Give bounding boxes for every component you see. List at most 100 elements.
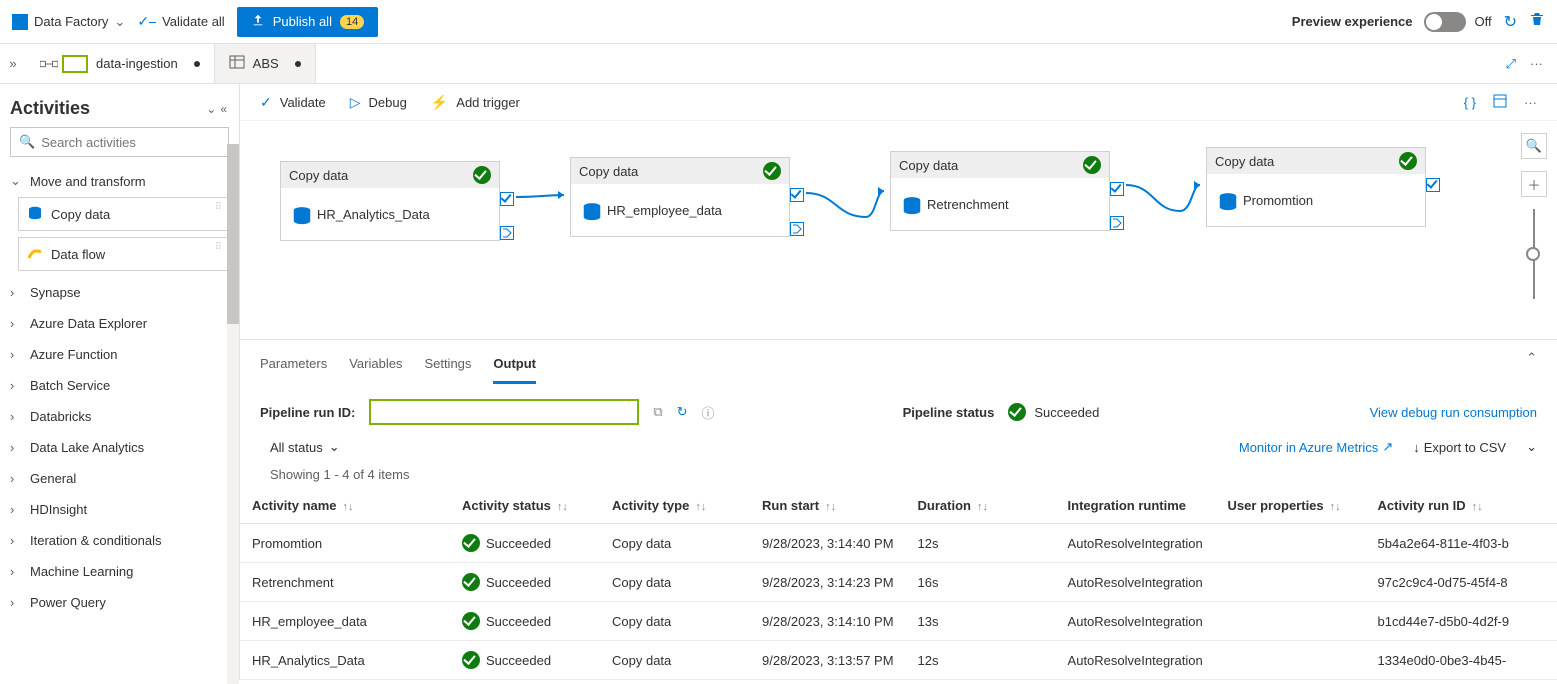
col-run-start[interactable]: Run start↑↓ (750, 488, 906, 524)
hide-sidebar-button[interactable]: « (220, 102, 227, 116)
col-user-props[interactable]: User properties↑↓ (1216, 488, 1366, 524)
node-name: HR_Analytics_Data (317, 207, 430, 222)
view-consumption-link[interactable]: View debug run consumption (1370, 405, 1537, 420)
col-activity-name[interactable]: Activity name↑↓ (240, 488, 450, 524)
more-icon[interactable]: ··· (1530, 56, 1543, 71)
category-machine-learning[interactable]: ›Machine Learning (0, 556, 239, 587)
activity-data-flow[interactable]: Data flow ⠿ (18, 237, 229, 271)
completion-port[interactable] (1110, 216, 1124, 230)
category-batch-service[interactable]: ›Batch Service (0, 370, 239, 401)
monitor-azure-metrics-link[interactable]: Monitor in Azure Metrics↗ (1239, 439, 1393, 455)
node-hr-analytics-data[interactable]: Copy data HR_Analytics_Data (280, 161, 500, 241)
zoom-thumb[interactable] (1526, 247, 1540, 261)
success-port[interactable] (790, 188, 804, 202)
preview-toggle[interactable]: Off (1424, 12, 1491, 32)
refresh-icon[interactable]: ↻ (1504, 12, 1517, 32)
col-activity-status[interactable]: Activity status↑↓ (450, 488, 600, 524)
delete-icon[interactable] (1529, 11, 1545, 32)
col-runtime[interactable]: Integration runtime (1056, 488, 1216, 524)
activities-search-input[interactable] (41, 135, 220, 150)
canvas-search-button[interactable]: 🔍 (1521, 133, 1547, 159)
run-id-value[interactable] (369, 399, 639, 425)
tab-data-ingestion[interactable]: data-ingestion (26, 44, 215, 83)
success-port[interactable] (500, 192, 514, 206)
zoom-slider[interactable] (1533, 209, 1535, 299)
validate-button[interactable]: ✓Validate (260, 94, 326, 111)
cell-runid: b1cd44e7-d5b0-4d2f-9 (1366, 602, 1557, 641)
publish-all-button[interactable]: Publish all 14 (237, 7, 379, 37)
tab-abs[interactable]: ABS (215, 44, 316, 83)
database-icon (901, 196, 917, 212)
status-filter[interactable]: All status ⌄ (270, 439, 340, 455)
tab-parameters[interactable]: Parameters (260, 350, 327, 384)
sidebar-scroll-thumb[interactable] (227, 144, 239, 324)
cell-runid: 5b4a2e64-811e-4f03-b (1366, 524, 1557, 563)
validate-all-button[interactable]: ✓⎯ Validate all (137, 13, 224, 30)
properties-icon[interactable] (1492, 93, 1508, 112)
tab-variables[interactable]: Variables (349, 350, 402, 384)
export-csv-button[interactable]: ↓Export to CSV (1413, 440, 1506, 455)
chevron-down-icon[interactable]: ⌄ (1526, 439, 1537, 455)
activity-copy-data[interactable]: Copy data ⠿ (18, 197, 229, 231)
col-run-id[interactable]: Activity run ID↑↓ (1366, 488, 1557, 524)
search-icon: 🔍 (19, 134, 35, 150)
category-power-query[interactable]: ›Power Query (0, 587, 239, 618)
add-trigger-button[interactable]: ⚡Add trigger (431, 94, 520, 111)
success-port[interactable] (1426, 178, 1440, 192)
category-azure-function[interactable]: ›Azure Function (0, 339, 239, 370)
editor-tabs: » data-ingestion ABS ⤢ ··· (0, 44, 1557, 84)
table-row[interactable]: Promomtion Succeeded Copy data 9/28/2023… (240, 524, 1557, 563)
node-type-label: Copy data (579, 164, 757, 179)
cell-start: 9/28/2023, 3:14:23 PM (750, 563, 906, 602)
refresh-run-icon[interactable]: ↻ (677, 404, 688, 420)
pipeline-canvas[interactable]: Copy data HR_Analytics_Data Copy data HR… (240, 120, 1557, 340)
category-synapse[interactable]: ›Synapse (0, 277, 239, 308)
success-icon (462, 651, 480, 669)
category-move-and-transform[interactable]: ⌄ Move and transform (0, 165, 239, 197)
col-duration[interactable]: Duration↑↓ (906, 488, 1056, 524)
category-label: General (30, 471, 76, 486)
cell-type: Copy data (600, 602, 750, 641)
table-row[interactable]: HR_Analytics_Data Succeeded Copy data 9/… (240, 641, 1557, 680)
tab-settings[interactable]: Settings (424, 350, 471, 384)
cell-name: HR_employee_data (240, 602, 450, 641)
cell-duration: 13s (906, 602, 1056, 641)
unsaved-dot-icon (295, 61, 301, 67)
success-icon (473, 166, 491, 184)
node-retrenchment[interactable]: Copy data Retrenchment (890, 151, 1110, 231)
category-hdinsight[interactable]: ›HDInsight (0, 494, 239, 525)
node-promotion[interactable]: Copy data Promomtion (1206, 147, 1426, 227)
category-iteration-conditionals[interactable]: ›Iteration & conditionals (0, 525, 239, 556)
activities-search[interactable]: 🔍 (10, 127, 229, 157)
cell-name: Retrenchment (240, 563, 450, 602)
category-general[interactable]: ›General (0, 463, 239, 494)
table-row[interactable]: HR_employee_data Succeeded Copy data 9/2… (240, 602, 1557, 641)
info-icon[interactable]: ⓘ (702, 403, 715, 422)
completion-port[interactable] (500, 226, 514, 240)
more-icon[interactable]: ··· (1524, 95, 1537, 110)
cell-name: HR_Analytics_Data (240, 641, 450, 680)
success-port[interactable] (1110, 182, 1124, 196)
table-row[interactable]: Retrenchment Succeeded Copy data 9/28/20… (240, 563, 1557, 602)
collapse-activities-button[interactable]: ⌄ (206, 102, 216, 116)
service-picker[interactable]: Data Factory ⌄ (12, 14, 125, 30)
run-info-bar: Pipeline run ID: ⧉ ↻ ⓘ Pipeline status S… (240, 385, 1557, 439)
completion-port[interactable] (790, 222, 804, 236)
zoom-in-button[interactable]: ＋ (1521, 171, 1547, 197)
col-activity-type[interactable]: Activity type↑↓ (600, 488, 750, 524)
node-hr-employee-data[interactable]: Copy data HR_employee_data (570, 157, 790, 237)
success-icon (462, 573, 480, 591)
activity-label: Copy data (51, 207, 110, 222)
category-data-lake-analytics[interactable]: ›Data Lake Analytics (0, 432, 239, 463)
toggle-state: Off (1474, 14, 1491, 29)
collapse-panel-button[interactable]: ⌃ (1526, 350, 1537, 384)
category-databricks[interactable]: ›Databricks (0, 401, 239, 432)
expand-left-panel-button[interactable]: » (0, 44, 26, 83)
debug-button[interactable]: ▷Debug (350, 94, 407, 111)
maximize-icon[interactable]: ⤢ (1506, 56, 1516, 72)
activity-label: Data flow (51, 247, 105, 262)
category-azure-data-explorer[interactable]: ›Azure Data Explorer (0, 308, 239, 339)
tab-output[interactable]: Output (493, 350, 536, 384)
copy-icon[interactable]: ⧉ (653, 404, 662, 420)
code-view-icon[interactable]: { } (1464, 95, 1476, 110)
